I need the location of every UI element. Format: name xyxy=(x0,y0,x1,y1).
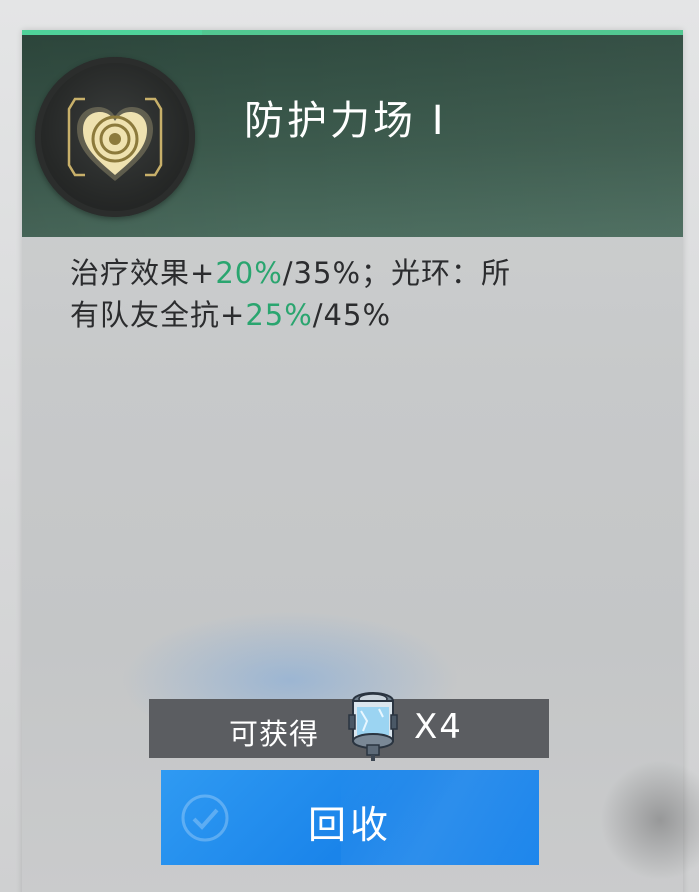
module-title: 防护力场 Ⅰ xyxy=(244,98,447,144)
card-header: 防护力场 Ⅰ xyxy=(22,30,683,237)
description-line-2: 有队友全抗+25%/45% xyxy=(70,298,392,332)
reward-bar: 可获得 X4 xyxy=(149,692,549,761)
highlight-value: 25% xyxy=(245,298,313,332)
reward-label: 可获得 xyxy=(229,717,320,751)
screen: 防护力场 Ⅰ 治疗效果+20%/35%；光环：所 有队友全抗+25%/45% 可… xyxy=(0,0,699,892)
description-line-1: 治疗效果+20%/35%；光环：所 xyxy=(70,256,512,290)
module-badge xyxy=(35,57,195,217)
highlight-value: 20% xyxy=(215,256,283,290)
reward-quantity: X4 xyxy=(414,707,463,747)
recycle-button-label: 回收 xyxy=(307,805,392,847)
module-description: 治疗效果+20%/35%；光环：所 有队友全抗+25%/45% xyxy=(70,252,650,336)
recycle-button[interactable]: 回收 xyxy=(161,770,539,865)
heart-shield-icon xyxy=(67,97,163,181)
energy-canister-icon xyxy=(348,692,398,761)
